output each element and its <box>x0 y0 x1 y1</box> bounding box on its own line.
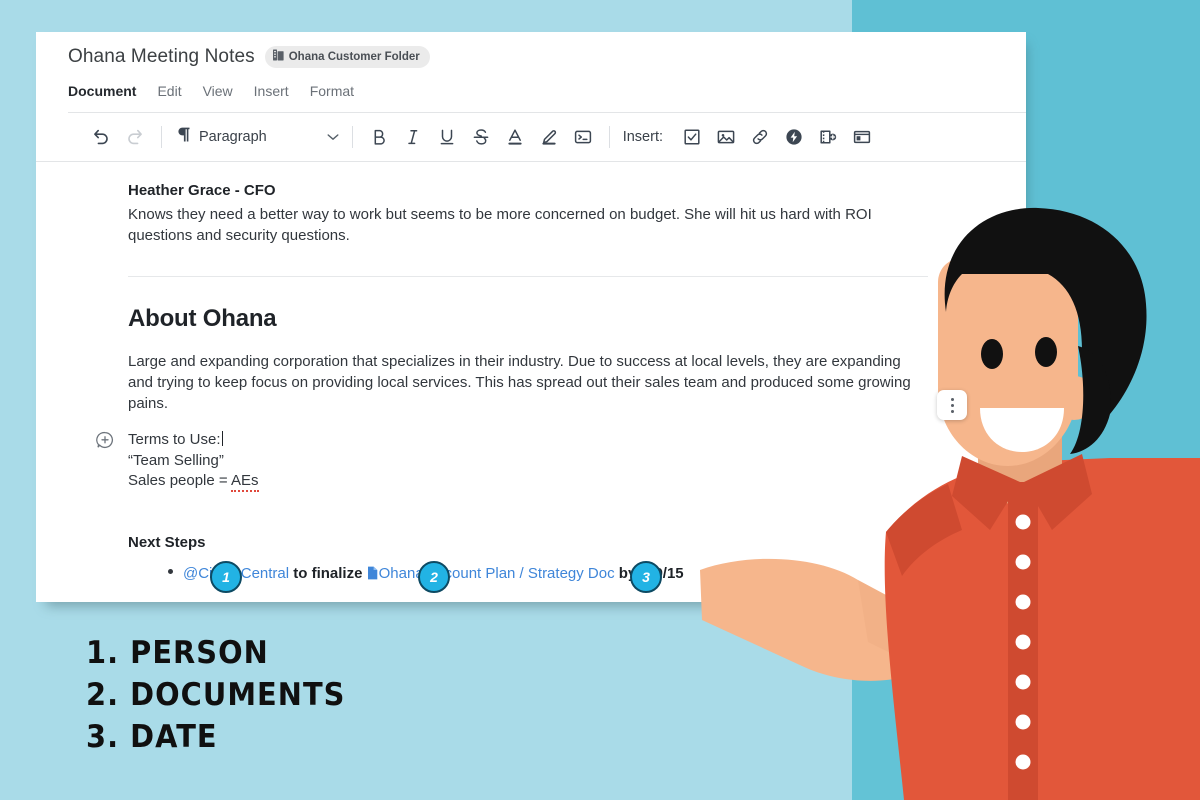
document-link[interactable]: Ohana Account Plan / Strategy Doc <box>379 565 615 582</box>
chevron-down-icon <box>327 128 339 146</box>
insert-label: Insert: <box>622 129 664 145</box>
paragraph-style-value: Paragraph <box>199 129 267 145</box>
toolbar-divider-2 <box>351 126 353 148</box>
document-body[interactable]: Heather Grace - CFO Knows they need a be… <box>36 162 1026 602</box>
image-button[interactable] <box>709 120 743 154</box>
paragraph-style-select[interactable]: Paragraph <box>171 122 343 152</box>
about-heading: About Ohana <box>128 305 277 332</box>
callout-badge-1: 1 <box>210 561 242 593</box>
legend-line-1: 1. PERSON <box>86 633 269 671</box>
template-button[interactable] <box>845 120 879 154</box>
text-cursor <box>221 431 223 446</box>
title-row: Ohana Meeting Notes Ohana Customer Folde… <box>68 44 1026 70</box>
menu-item-document[interactable]: Document <box>68 83 136 99</box>
link-button[interactable] <box>743 120 777 154</box>
menu-item-insert[interactable]: Insert <box>254 83 289 99</box>
terms-line-1: Terms to Use: <box>128 431 223 448</box>
formatting-toolbar: Paragraph Insert: <box>36 113 1026 161</box>
add-comment-icon[interactable] <box>96 431 114 456</box>
add-section-button[interactable] <box>811 120 845 154</box>
checklist-button[interactable] <box>675 120 709 154</box>
menu-item-edit[interactable]: Edit <box>157 83 181 99</box>
menu-item-format[interactable]: Format <box>310 83 354 99</box>
folder-icon <box>272 49 284 64</box>
screenshot-canvas: Ohana Meeting Notes Ohana Customer Folde… <box>0 0 1200 800</box>
callout-badge-3: 3 <box>630 561 662 593</box>
folder-badge-label: Ohana Customer Folder <box>288 50 420 63</box>
next-steps-heading: Next Steps <box>128 533 206 551</box>
menu-item-view[interactable]: View <box>203 83 233 99</box>
spelling-error: AEs <box>231 472 259 492</box>
action-button[interactable] <box>777 120 811 154</box>
document-card: Ohana Meeting Notes Ohana Customer Folde… <box>36 32 1026 602</box>
highlight-button[interactable] <box>532 120 566 154</box>
terms-line-2: “Team Selling” <box>128 451 224 469</box>
terms-line-3: Sales people = AEs <box>128 471 976 492</box>
bullet-icon <box>168 568 173 574</box>
terms-block[interactable]: Terms to Use: “Team Selling” Sales peopl… <box>96 430 976 492</box>
folder-badge[interactable]: Ohana Customer Folder <box>264 46 430 68</box>
code-button[interactable] <box>566 120 600 154</box>
page-title[interactable]: Ohana Meeting Notes <box>68 46 255 68</box>
toolbar-divider-1 <box>161 126 162 148</box>
underline-button[interactable] <box>430 120 464 154</box>
kebab-dot <box>950 403 954 407</box>
about-body: Large and expanding corporation that spe… <box>128 353 911 412</box>
document-menubar: Document Edit View Insert Format <box>68 80 1026 102</box>
callout-badge-2: 2 <box>418 561 450 593</box>
toolbar-divider-3 <box>608 126 610 148</box>
text-color-button[interactable] <box>498 120 532 154</box>
bold-button[interactable] <box>362 120 396 154</box>
kebab-dot <box>950 397 954 401</box>
next-step-middle: to finalize <box>289 564 367 582</box>
strikethrough-button[interactable] <box>464 120 498 154</box>
paragraph-mark-icon <box>175 126 191 148</box>
person-heading: Heather Grace - CFO <box>128 182 276 199</box>
redo-button[interactable] <box>118 120 152 154</box>
italic-button[interactable] <box>396 120 430 154</box>
document-header: Ohana Meeting Notes Ohana Customer Folde… <box>36 32 1026 113</box>
document-icon <box>367 565 378 582</box>
legend-line-3: 3. DATE <box>86 717 218 755</box>
person-body: Knows they need a better way to work but… <box>128 206 872 244</box>
callout-legend: 1. PERSON 2. DOCUMENTS 3. DATE <box>86 632 344 758</box>
section-divider <box>128 276 928 277</box>
list-item[interactable]: @Cindy Central to finalize Ohana Account… <box>168 563 976 585</box>
undo-button[interactable] <box>84 120 118 154</box>
kebab-dot <box>950 409 954 413</box>
kebab-menu-icon[interactable] <box>937 390 967 420</box>
legend-line-2: 2. DOCUMENTS <box>86 675 346 713</box>
